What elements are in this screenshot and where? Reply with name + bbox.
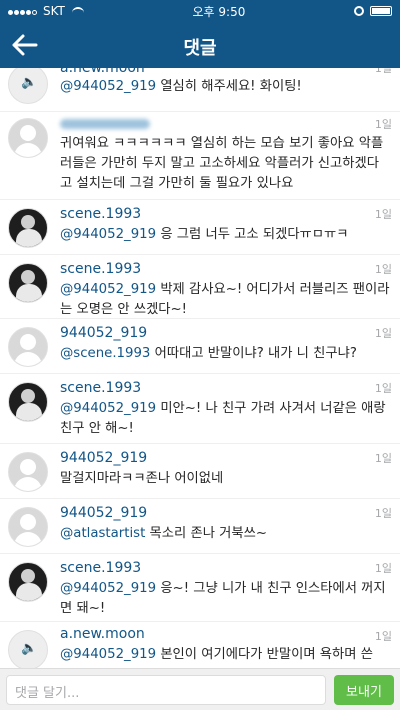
comment-time: 1일 bbox=[374, 507, 392, 520]
rotation-lock-icon bbox=[353, 6, 364, 16]
avatar[interactable] bbox=[8, 507, 48, 547]
comment-text: @944052_919 응~! 그냥 니가 내 친구 인스타에서 꺼지면 돼~! bbox=[60, 581, 386, 616]
carrier-label: SKT bbox=[43, 4, 65, 18]
page-title: 댓글 bbox=[183, 38, 217, 59]
avatar[interactable] bbox=[8, 562, 48, 602]
comment-item: 1일 귀여워요 ㅋㅋㅋㅋㅋㅋ 열심히 하는 모습 보기 좋아요 악플러들은 가만… bbox=[0, 112, 400, 200]
comment-mention[interactable]: @944052_919 bbox=[60, 581, 156, 596]
comment-username[interactable]: 944052_919 bbox=[60, 325, 147, 341]
comment-item: 944052_919 1일 @scene.1993 어따대고 반말이냐? 내가 … bbox=[0, 319, 400, 374]
comment-username[interactable]: scene.1993 bbox=[60, 380, 141, 396]
avatar[interactable] bbox=[8, 208, 48, 248]
comment-time: 1일 bbox=[374, 452, 392, 465]
comment-username[interactable]: a.new.moon bbox=[60, 68, 145, 76]
battery-icon bbox=[369, 6, 392, 16]
comment-time: 1일 bbox=[374, 327, 392, 340]
comment-username[interactable]: scene.1993 bbox=[60, 560, 141, 576]
comment-text: @944052_919 미안~! 나 친구 가려 사겨서 너같은 애랑 친구 안… bbox=[60, 401, 386, 436]
comment-time: 1일 bbox=[374, 562, 392, 575]
comment-item: a.new.moon 1일 @944052_919 열심히 해주세요! 화이팅! bbox=[0, 68, 400, 112]
comment-username[interactable] bbox=[60, 116, 150, 132]
comment-time: 1일 bbox=[374, 382, 392, 395]
comment-item: scene.1993 1일 @944052_919 응 그럼 너두 고소 되겠다… bbox=[0, 200, 400, 255]
comment-time: 1일 bbox=[374, 118, 392, 131]
comment-time: 1일 bbox=[374, 263, 392, 276]
avatar[interactable] bbox=[8, 118, 48, 158]
avatar[interactable] bbox=[8, 327, 48, 367]
comment-item: scene.1993 1일 @944052_919 응~! 그냥 니가 내 친구… bbox=[0, 554, 400, 622]
comment-item: a.new.moon 1일 @944052_919 본인이 여기에다가 반말이며… bbox=[0, 622, 400, 668]
comment-text: @atlastartist 목소리 존나 거북쓰~ bbox=[60, 526, 267, 541]
comment-mention[interactable]: @944052_919 bbox=[60, 282, 156, 297]
comment-mention[interactable]: @atlastartist bbox=[60, 526, 145, 541]
comment-text: 귀여워요 ㅋㅋㅋㅋㅋㅋ 열심히 하는 모습 보기 좋아요 악플러들은 가만히 두… bbox=[60, 136, 384, 191]
comment-mention[interactable]: @944052_919 bbox=[60, 79, 156, 94]
comment-list[interactable]: a.new.moon 1일 @944052_919 열심히 해주세요! 화이팅!… bbox=[0, 68, 400, 668]
comment-item: scene.1993 1일 @944052_919 미안~! 나 친구 가려 사… bbox=[0, 374, 400, 444]
comment-composer: 댓글 달기... 보내기 bbox=[0, 668, 400, 710]
comment-username[interactable]: 944052_919 bbox=[60, 505, 147, 521]
comment-text: @scene.1993 어따대고 반말이냐? 내가 니 친구냐? bbox=[60, 346, 357, 361]
signal-icon bbox=[8, 4, 38, 18]
comment-item: 944052_919 1일 말걸지마라ㅋㅋ존나 어이없네 bbox=[0, 444, 400, 499]
clock: 오후 9:50 bbox=[192, 4, 246, 19]
comment-input[interactable]: 댓글 달기... bbox=[6, 675, 326, 705]
comment-username[interactable]: scene.1993 bbox=[60, 261, 141, 277]
comment-mention[interactable]: @944052_919 bbox=[60, 647, 156, 662]
comment-text: 말걸지마라ㅋㅋ존나 어이없네 bbox=[60, 471, 224, 486]
comment-time: 1일 bbox=[374, 630, 392, 643]
comment-text: @944052_919 열심히 해주세요! 화이팅! bbox=[60, 79, 302, 94]
comment-text: @944052_919 박제 감사요~! 어디가서 러블리즈 팬이라는 오명은 … bbox=[60, 282, 390, 317]
avatar[interactable] bbox=[8, 630, 48, 668]
comment-time: 1일 bbox=[374, 68, 392, 75]
comment-item: scene.1993 1일 @944052_919 박제 감사요~! 어디가서 … bbox=[0, 255, 400, 319]
status-bar: SKT 오후 9:50 bbox=[0, 0, 400, 22]
comment-mention[interactable]: @944052_919 bbox=[60, 401, 156, 416]
comment-username[interactable]: scene.1993 bbox=[60, 206, 141, 222]
comment-text: @944052_919 본인이 여기에다가 반말이며 욕하며 쓴 bbox=[60, 647, 373, 662]
blurred-username bbox=[60, 119, 150, 129]
send-button[interactable]: 보내기 bbox=[334, 675, 394, 705]
avatar[interactable] bbox=[8, 263, 48, 303]
avatar[interactable] bbox=[8, 452, 48, 492]
comment-time: 1일 bbox=[374, 208, 392, 221]
wifi-icon bbox=[71, 6, 84, 16]
avatar[interactable] bbox=[8, 68, 48, 104]
comment-username[interactable]: 944052_919 bbox=[60, 450, 147, 466]
comment-item: 944052_919 1일 @atlastartist 목소리 존나 거북쓰~ bbox=[0, 499, 400, 554]
nav-bar: 댓글 bbox=[0, 22, 400, 68]
comment-text: @944052_919 응 그럼 너두 고소 되겠다ㅠㅁㅠㅋ bbox=[60, 227, 349, 242]
comment-mention[interactable]: @scene.1993 bbox=[60, 346, 150, 361]
comment-username[interactable]: a.new.moon bbox=[60, 626, 145, 642]
avatar[interactable] bbox=[8, 382, 48, 422]
comment-mention[interactable]: @944052_919 bbox=[60, 227, 156, 242]
